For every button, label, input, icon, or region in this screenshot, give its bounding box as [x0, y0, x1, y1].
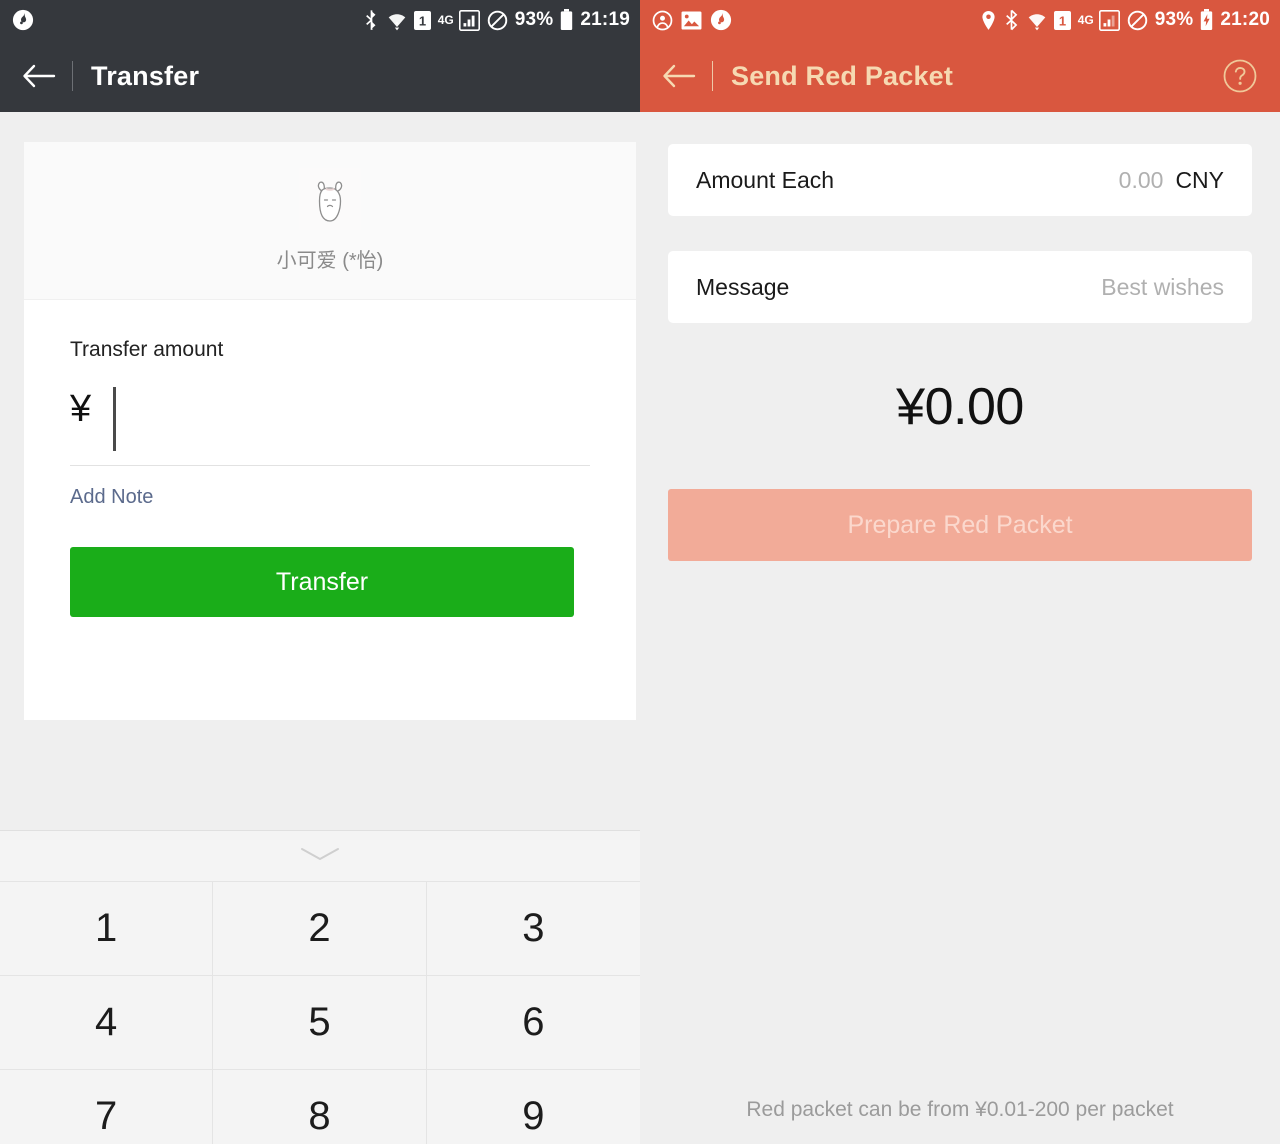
- battery-percent-label: 93%: [1154, 9, 1194, 30]
- back-arrow-icon[interactable]: [658, 55, 700, 97]
- svg-text:1: 1: [419, 13, 426, 28]
- message-input[interactable]: Best wishes: [1101, 274, 1224, 301]
- network-type-label: 4G: [437, 13, 454, 27]
- amount-section: Transfer amount ¥ Add Note Transfer: [24, 300, 636, 617]
- payee-name: 小可爱 (*怡): [276, 250, 384, 272]
- bluetooth-icon: [363, 9, 380, 31]
- wifi-icon: [387, 9, 407, 31]
- status-system-icons-right: 1 4G 93% 21:20: [981, 9, 1270, 31]
- signal-bars-icon: [1098, 9, 1120, 31]
- message-label: Message: [696, 273, 790, 300]
- back-arrow-icon[interactable]: [18, 55, 60, 97]
- currency-symbol: ¥: [70, 388, 92, 430]
- add-note-link[interactable]: Add Note: [70, 486, 153, 509]
- location-icon: [981, 10, 996, 31]
- prepare-red-packet-button[interactable]: Prepare Red Packet: [668, 489, 1252, 561]
- keypad-grid: 1 2 3 4 5 6 7 8 9 . 0: [0, 882, 640, 1144]
- page-title: Transfer: [91, 60, 200, 91]
- battery-icon: [560, 9, 573, 31]
- amount-each-value-group: 0.00 CNY: [1119, 167, 1224, 194]
- key-1[interactable]: 1: [0, 882, 214, 976]
- message-row[interactable]: Message Best wishes: [668, 251, 1252, 323]
- key-3[interactable]: 3: [426, 882, 640, 976]
- transfer-amount-label: Transfer amount: [70, 338, 224, 361]
- key-7[interactable]: 7: [0, 1070, 214, 1144]
- rabbit-avatar-icon: [299, 168, 361, 230]
- key-4[interactable]: 4: [0, 976, 214, 1070]
- battery-percent-label: 93%: [514, 9, 554, 30]
- appbar-divider: [72, 61, 73, 91]
- app-bar-transfer: Transfer: [0, 40, 640, 112]
- status-bar-right: 1 4G 93% 21:20: [640, 0, 1280, 40]
- amount-each-input[interactable]: 0.00: [1119, 167, 1164, 194]
- total-amount-display: ¥0.00: [896, 378, 1024, 436]
- amount-each-label: Amount Each: [696, 166, 835, 193]
- red-packet-hint: Red packet can be from ¥0.01-200 per pac…: [746, 1098, 1174, 1121]
- clock-label: 21:20: [1220, 9, 1270, 30]
- status-notification-icons-right: [652, 9, 732, 31]
- status-bar-left: 1 4G 93% 21:19: [0, 0, 640, 40]
- transfer-body: 小可爱 (*怡) Transfer amount ¥ Add Note Tran…: [0, 112, 640, 1144]
- key-8[interactable]: 8: [213, 1070, 427, 1144]
- flame-circle-icon: [12, 9, 34, 31]
- app-bar-red-packet: Send Red Packet: [640, 40, 1280, 112]
- signal-bars-icon: [458, 9, 480, 31]
- message-value-group: Best wishes: [1101, 274, 1224, 301]
- bluetooth-icon: [1003, 9, 1020, 31]
- amount-each-row[interactable]: Amount Each 0.00 CNY: [668, 144, 1252, 216]
- payee-section: 小可爱 (*怡): [24, 142, 636, 300]
- key-9[interactable]: 9: [426, 1070, 640, 1144]
- page-title: Send Red Packet: [731, 60, 954, 91]
- transfer-card: 小可爱 (*怡) Transfer amount ¥ Add Note Tran…: [24, 142, 636, 720]
- wifi-icon: [1027, 9, 1047, 31]
- dual-screenshot: 1 4G 93% 21:19 Transfer 小可爱 (*怡) Transfe…: [0, 0, 1280, 1144]
- sim-1-icon: 1: [1053, 10, 1071, 30]
- transfer-screen: 1 4G 93% 21:19 Transfer 小可爱 (*怡) Transfe…: [0, 0, 640, 1144]
- svg-text:1: 1: [1059, 13, 1066, 28]
- text-cursor: [113, 387, 117, 451]
- key-2[interactable]: 2: [213, 882, 427, 976]
- flame-circle-icon: [710, 9, 732, 31]
- appbar-divider: [712, 61, 713, 91]
- red-packet-body: Amount Each 0.00 CNY Message Best wishes…: [640, 112, 1280, 1144]
- sim-1-icon: 1: [413, 10, 431, 30]
- transfer-button[interactable]: Transfer: [70, 547, 574, 617]
- amount-input[interactable]: ¥: [70, 387, 590, 466]
- numeric-keypad: 1 2 3 4 5 6 7 8 9 . 0: [0, 830, 640, 1144]
- send-red-packet-screen: 1 4G 93% 21:20 Send Red Packet Amount Ea…: [640, 0, 1280, 1144]
- key-6[interactable]: 6: [426, 976, 640, 1070]
- do-not-disturb-icon: [487, 10, 508, 31]
- help-circle-icon[interactable]: [1218, 54, 1262, 98]
- account-circle-icon: [652, 10, 673, 31]
- image-icon: [681, 10, 702, 30]
- currency-unit-label: CNY: [1175, 166, 1224, 193]
- collapse-keyboard-button[interactable]: [0, 830, 640, 882]
- key-5[interactable]: 5: [213, 976, 427, 1070]
- network-type-label-right: 4G: [1077, 13, 1094, 27]
- clock-label: 21:19: [580, 9, 630, 30]
- battery-charging-icon: [1200, 9, 1213, 31]
- do-not-disturb-icon: [1127, 10, 1148, 31]
- chevron-down-icon: [299, 846, 341, 867]
- status-notification-icons: [12, 9, 34, 31]
- status-system-icons: 1 4G 93% 21:19: [363, 9, 630, 31]
